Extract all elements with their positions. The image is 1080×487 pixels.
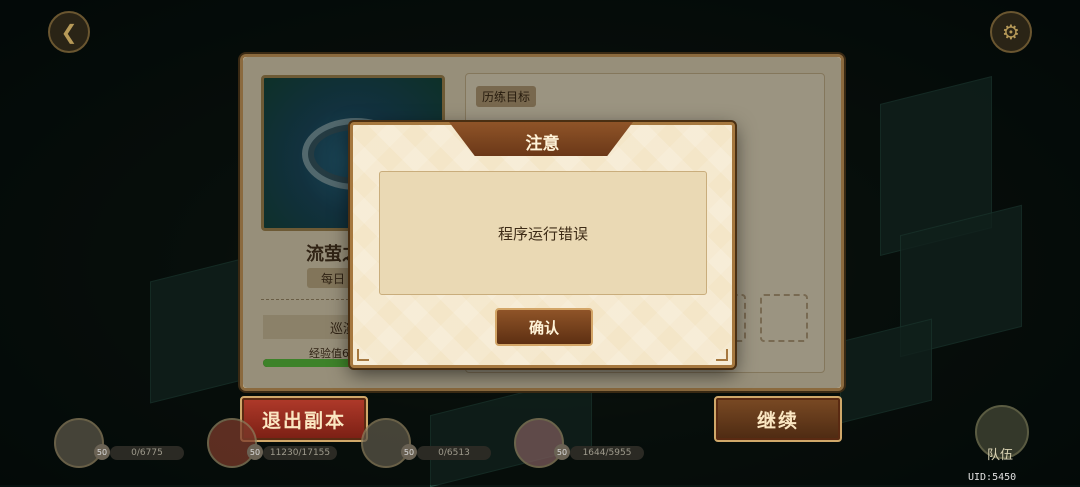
corner-ornament [716, 349, 728, 361]
exit-dungeon-button[interactable]: 退出副本 [240, 396, 368, 442]
hp-bar: 0/6775 [110, 446, 184, 460]
uid-label: UID:5450 [968, 472, 1017, 483]
back-arrow-icon: ❮ [60, 20, 78, 44]
continue-button[interactable]: 继续 [714, 396, 842, 442]
corner-ornament [357, 349, 369, 361]
hp-bar: 11230/17155 [263, 446, 337, 460]
level-badge: 50 [247, 444, 263, 460]
alert-dialog: 注意 程序运行错误 确认 [350, 122, 735, 368]
dialog-title: 注意 [525, 134, 560, 154]
avatar [54, 418, 104, 468]
gear-icon: ⚙ [1002, 20, 1020, 44]
avatar [361, 418, 411, 468]
confirm-button[interactable]: 确认 [495, 308, 593, 346]
error-message: 程序运行错误 [497, 224, 588, 243]
message-box: 程序运行错误 [379, 171, 707, 295]
back-button[interactable]: ❮ [48, 11, 90, 53]
team-label: 队伍 [987, 448, 1014, 463]
hp-bar: 0/6513 [417, 446, 491, 460]
level-badge: 50 [401, 444, 417, 460]
avatar [207, 418, 257, 468]
hp-bar: 1644/5955 [570, 446, 644, 460]
level-badge: 50 [94, 444, 110, 460]
avatar [514, 418, 564, 468]
level-badge: 50 [554, 444, 570, 460]
settings-button[interactable]: ⚙ [990, 11, 1032, 53]
